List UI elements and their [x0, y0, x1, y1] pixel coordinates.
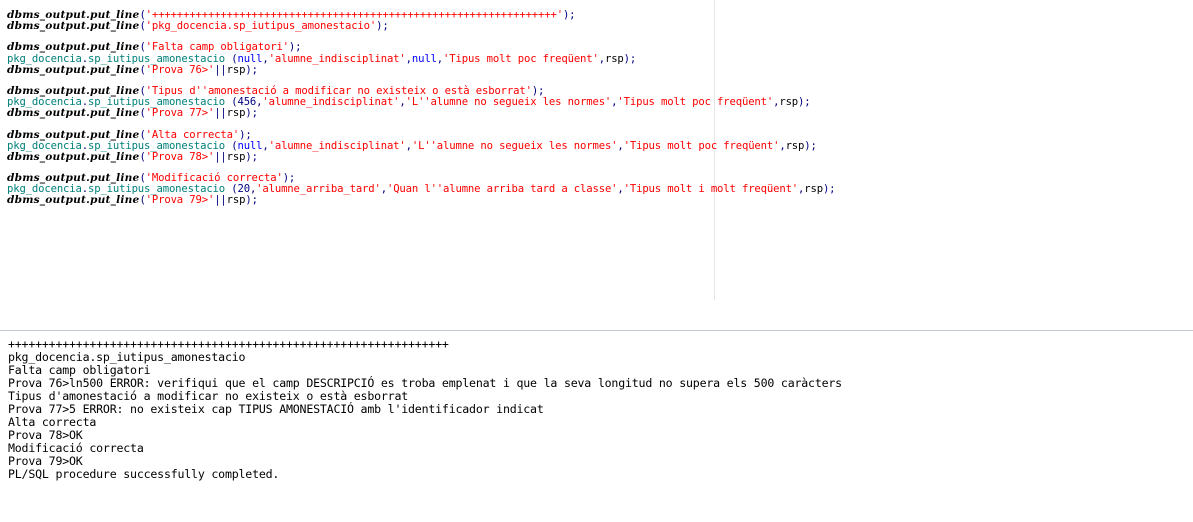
output-lines: ++++++++++++++++++++++++++++++++++++++++… [8, 338, 842, 481]
string-literal: 'Tipus molt poc freqüent' [623, 139, 780, 152]
paren: ( [225, 52, 238, 65]
paren: ); [239, 128, 252, 141]
number-literal: 456 [237, 96, 257, 109]
paren: ); [531, 84, 545, 97]
paren: ); [798, 96, 811, 109]
variable: rsp [604, 52, 624, 65]
concat-operator: || [214, 63, 227, 76]
paren: ); [562, 9, 576, 21]
null-keyword: null [411, 52, 437, 65]
package-name: pkg_docencia [7, 139, 82, 152]
string-literal: 'Modificació correcta' [145, 172, 283, 185]
paren: ); [288, 41, 302, 54]
concat-operator: || [214, 107, 227, 120]
string-literal: 'alumne_arriba_tard' [256, 183, 381, 196]
string-literal: 'pkg_docencia.sp_iutipus_amonestacio' [145, 20, 377, 33]
output-line: Modificació correcta [8, 441, 144, 455]
paren: ); [282, 172, 296, 185]
code-line: dbms_output.put_line('Prova 79>'||rsp); [7, 195, 835, 206]
string-literal: 'Prova 78>' [145, 150, 215, 163]
variable: rsp [226, 107, 246, 120]
string-literal: 'Alta correcta' [145, 128, 240, 141]
dbms-output-keyword: dbms_output.put_line [7, 172, 140, 185]
output-line: Alta correcta [8, 415, 97, 429]
paren: ( [225, 139, 238, 152]
code-line: dbms_output.put_line('Prova 78>'||rsp); [7, 150, 835, 163]
dbms-output-keyword: dbms_output.put_line [7, 194, 140, 207]
code-lines: dbms_output.put_line ( '++++++++++++++++++… [7, 9, 836, 207]
dbms-output-keyword: dbms_output.put_line [7, 20, 140, 33]
procedure-name: sp_iutipus_amonestacio [87, 96, 225, 109]
string-literal: 'alumne_indisciplinat' [268, 139, 406, 152]
sql-editor[interactable]: dbms_output.put_line ( '++++++++++++++++++… [0, 0, 1193, 300]
paren: ); [804, 139, 817, 152]
number-literal: 20 [237, 183, 250, 196]
dbms-output-keyword: dbms_output.put_line [7, 41, 140, 54]
string-literal: 'Prova 79>' [145, 194, 215, 207]
output-line: PL/SQL procedure successfully completed. [8, 467, 280, 481]
paren: ( [225, 96, 238, 109]
variable: rsp [804, 183, 823, 196]
paren: ); [245, 63, 258, 76]
string-literal: 'Tipus molt poc freqüent' [443, 52, 599, 65]
string-literal: 'Prova 76>' [145, 63, 215, 76]
paren: ); [822, 183, 836, 196]
code-line: dbms_output.put_line('Prova 77>'||rsp); [7, 108, 835, 119]
procedure-name: sp_iutipus_amonestacio [87, 52, 225, 65]
variable: rsp [226, 150, 246, 163]
output-line: Prova 77>5 ERROR: no existeix cap TIPUS … [8, 402, 544, 416]
string-literal: 'alumne_indisciplinat' [262, 96, 400, 109]
paren: ( [225, 183, 238, 196]
string-literal: 'Falta camp obligatori' [145, 41, 289, 54]
dbms-output-keyword: dbms_output.put_line [7, 128, 140, 141]
concat-operator: || [214, 194, 227, 207]
paren: ); [245, 194, 258, 207]
string-literal: 'L''alumne no segueix les normes' [411, 139, 618, 152]
string-literal: 'Tipus molt poc freqüent' [617, 96, 774, 109]
string-literal: 'Quan l''alumne arriba tard a classe' [386, 183, 618, 196]
variable: rsp [779, 96, 799, 109]
package-name: pkg_docencia [7, 183, 82, 196]
package-name: pkg_docencia [7, 52, 82, 65]
dbms-output-keyword: dbms_output.put_line [7, 150, 140, 163]
string-literal: 'Prova 77>' [145, 107, 215, 120]
dbms-output-keyword: dbms_output.put_line [7, 63, 140, 76]
code-line: dbms_output.put_line('pkg_docencia.sp_iu… [7, 21, 835, 32]
string-literal: 'Tipus molt i molt freqüent' [623, 183, 799, 196]
dbms-output-keyword: dbms_output.put_line [7, 84, 140, 97]
procedure-name: sp_iutipus_amonestacio [87, 139, 225, 152]
variable: rsp [226, 63, 246, 76]
paren: ); [623, 52, 637, 65]
null-keyword: null [237, 139, 263, 152]
variable: rsp [785, 139, 805, 152]
paren: ); [245, 107, 258, 120]
variable: rsp [226, 194, 246, 207]
script-output-panel[interactable]: ++++++++++++++++++++++++++++++++++++++++… [0, 330, 1193, 522]
concat-operator: || [214, 150, 227, 163]
paren: ); [376, 20, 389, 33]
null-keyword: null [237, 52, 263, 65]
package-name: pkg_docencia [7, 96, 82, 109]
dbms-output-keyword: dbms_output.put_line [7, 9, 140, 21]
procedure-name: sp_iutipus_amonestacio [87, 183, 225, 196]
string-literal: 'alumne_indisciplinat' [268, 52, 406, 65]
string-literal: '+++++++++++++++++++++++++++++++++++++++… [145, 9, 563, 21]
string-literal: 'Tipus d''amonestació a modificar no exi… [145, 84, 532, 97]
code-line: dbms_output.put_line('Prova 76>'||rsp); [7, 63, 835, 76]
string-literal: 'L''alumne no segueix les normes' [405, 96, 612, 109]
paren: ); [245, 150, 258, 163]
dbms-output-keyword: dbms_output.put_line [7, 107, 140, 120]
